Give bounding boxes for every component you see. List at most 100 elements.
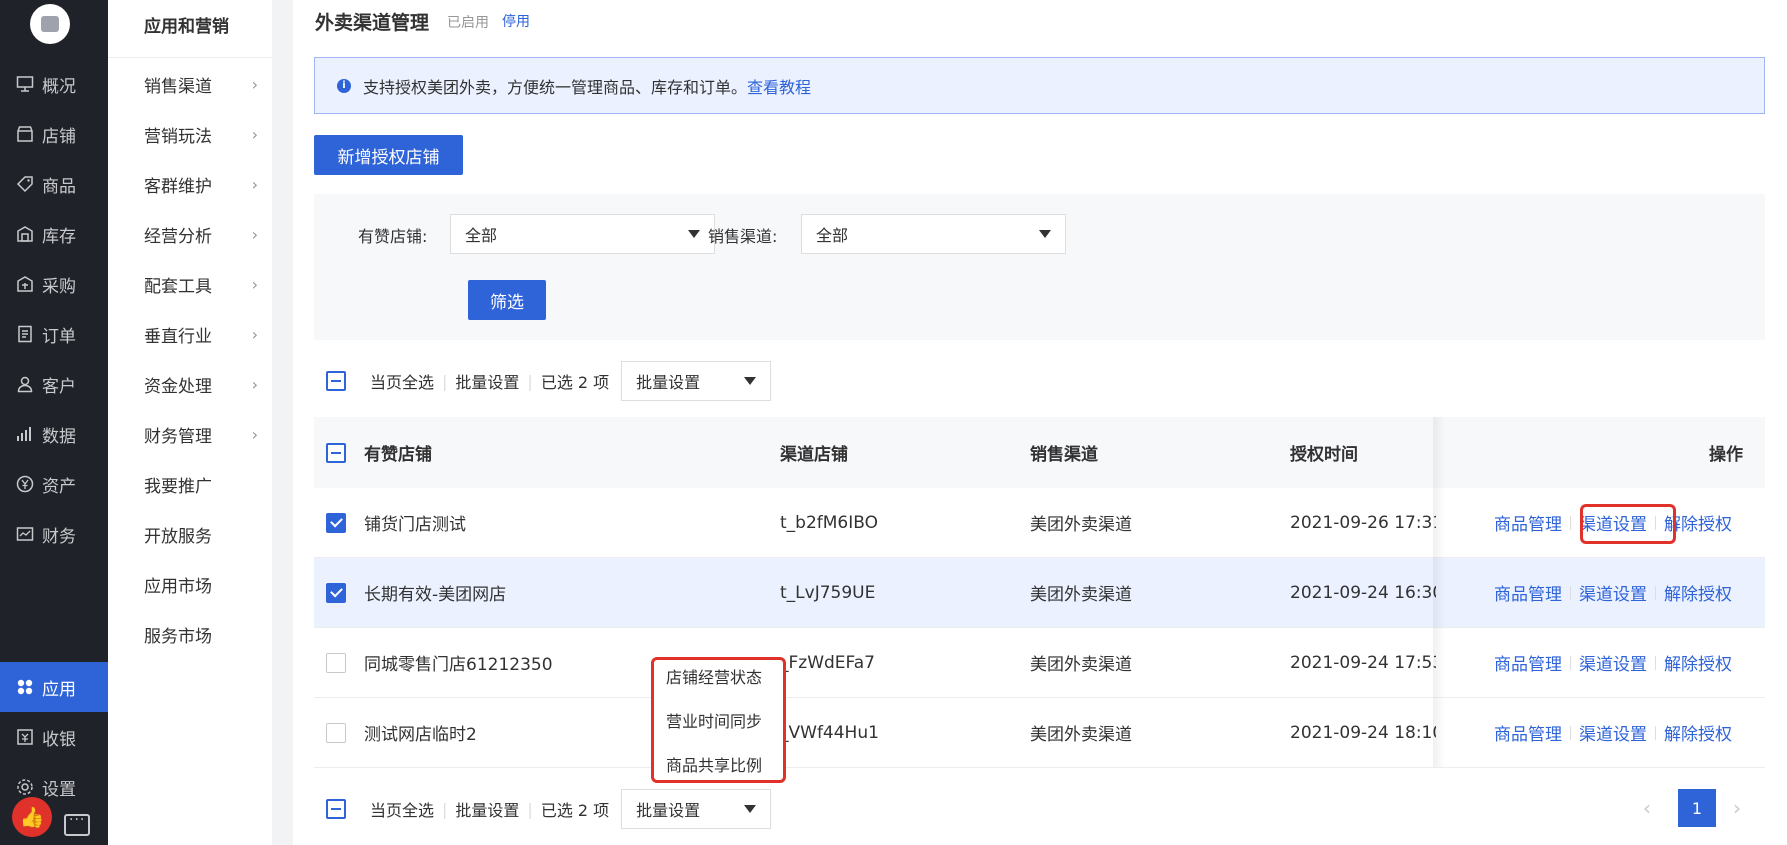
nav-item-inventory[interactable]: 库存 [0, 209, 108, 259]
page-current[interactable]: 1 [1678, 789, 1716, 827]
info-icon: i [337, 78, 351, 93]
wallet-icon [16, 527, 34, 541]
nav-item-cashier[interactable]: 收银 [0, 712, 108, 762]
nav-label: 订单 [42, 326, 76, 347]
divider: | [527, 371, 533, 391]
row-checkbox[interactable] [326, 582, 346, 603]
selected-count: 已选 2 项 [540, 801, 610, 820]
row-auth-time: 2021-09-24 16:30 [1290, 582, 1436, 603]
batch-settings-link[interactable]: 批量设置 [455, 797, 519, 821]
batch-settings-select[interactable]: 批量设置 [621, 789, 772, 829]
sub-item-service-market[interactable]: 服务市场 [144, 619, 262, 649]
batch-settings-link[interactable]: 批量设置 [455, 369, 519, 393]
nav-item-apps[interactable]: 应用 [0, 662, 108, 712]
sub-item-analysis[interactable]: 经营分析 › [144, 219, 262, 249]
goods-manage-link[interactable]: 商品管理 [1494, 720, 1562, 745]
sub-item-label: 财务管理 [144, 426, 212, 447]
revoke-auth-link[interactable]: 解除授权 [1664, 580, 1732, 605]
batch-settings-select[interactable]: 批量设置 [621, 361, 772, 401]
nav-item-store[interactable]: 店铺 [0, 109, 108, 159]
warehouse-icon [17, 226, 33, 242]
row-auth-time: 2021-09-24 18:10 [1290, 722, 1436, 743]
info-notice: i 支持授权美团外卖，方便统一管理商品、库存和订单。 查看教程 [314, 57, 1765, 114]
nav-item-order[interactable]: 订单 [0, 309, 108, 359]
select-all-checkbox[interactable] [326, 371, 346, 391]
caret-down-icon [744, 805, 757, 813]
sub-item-vertical[interactable]: 垂直行业 › [144, 319, 262, 349]
channel-settings-link[interactable]: 渠道设置 [1579, 720, 1647, 745]
goods-manage-link[interactable]: 商品管理 [1494, 650, 1562, 675]
select-all-checkbox[interactable] [326, 799, 346, 819]
row-checkbox[interactable] [326, 652, 346, 673]
disable-link[interactable]: 停用 [502, 11, 530, 31]
dropdown-item-store-status[interactable]: 店铺经营状态 [666, 664, 762, 688]
header-checkbox[interactable] [326, 442, 346, 463]
nav-item-goods[interactable]: 商品 [0, 159, 108, 209]
divider [1655, 725, 1656, 740]
row-checkbox[interactable] [326, 722, 346, 743]
purchase-icon [17, 276, 33, 292]
sub-item-open-service[interactable]: 开放服务 [144, 519, 262, 549]
tutorial-link[interactable]: 查看教程 [747, 74, 811, 98]
select-page-label[interactable]: 当页全选 [370, 797, 434, 821]
goods-manage-link[interactable]: 商品管理 [1494, 510, 1562, 535]
divider [1655, 585, 1656, 600]
nav-item-finance[interactable]: 财务 [0, 509, 108, 559]
nav-label: 概况 [42, 76, 76, 97]
channel-filter-select[interactable]: 全部 [801, 214, 1066, 254]
sub-item-customer-care[interactable]: 客群维护 › [144, 169, 262, 199]
chevron-right-icon: › [251, 374, 258, 394]
chat-icon[interactable] [64, 812, 90, 836]
tag-icon [16, 176, 33, 193]
filter-button[interactable]: 筛选 [468, 280, 546, 320]
chevron-right-icon: › [251, 274, 258, 294]
chevron-right-icon: › [251, 74, 258, 94]
row-channel-store: _FzWdEFa7 [780, 652, 875, 673]
add-authorized-store-button[interactable]: 新增授权店铺 [314, 135, 463, 175]
sub-sidebar-title: 应用和营销 [144, 17, 229, 37]
sub-item-label: 营销玩法 [144, 126, 212, 147]
sub-item-tools[interactable]: 配套工具 › [144, 269, 262, 299]
nav-item-overview[interactable]: 概况 [0, 59, 108, 109]
sub-item-sales-channel[interactable]: 销售渠道 › [144, 69, 262, 99]
nav-label: 商品 [42, 176, 76, 197]
thumbs-up-icon[interactable]: 👍 [12, 797, 52, 837]
status-badge: 已启用 [447, 15, 489, 31]
caret-down-icon [744, 377, 757, 385]
table-row: 长期有效-美团网店 t_LvJ759UE 美团外卖渠道 2021-09-24 1… [314, 558, 1765, 628]
nav-label: 店铺 [42, 126, 76, 147]
sub-item-finance-mgmt[interactable]: 财务管理 › [144, 419, 262, 449]
chevron-right-icon: › [251, 424, 258, 444]
select-page-label[interactable]: 当页全选 [370, 369, 434, 393]
goods-manage-link[interactable]: 商品管理 [1494, 580, 1562, 605]
sub-item-funds[interactable]: 资金处理 › [144, 369, 262, 399]
store-filter-select[interactable]: 全部 [450, 214, 715, 254]
nav-label: 资产 [42, 476, 76, 497]
sub-item-promote[interactable]: 我要推广 [144, 469, 262, 499]
chevron-right-icon[interactable]: › [1733, 796, 1741, 820]
nav-item-data[interactable]: 数据 [0, 409, 108, 459]
sub-sidebar: 应用和营销 销售渠道 › 营销玩法 › 客群维护 › 经营分析 › 配套工具 › 垂直行业… [108, 0, 272, 845]
dropdown-item-share-ratio[interactable]: 商品共享比例 [666, 752, 762, 776]
chevron-left-icon[interactable]: ‹ [1643, 796, 1651, 820]
page-title: 外卖渠道管理 [315, 12, 430, 34]
revoke-auth-link[interactable]: 解除授权 [1664, 720, 1732, 745]
row-auth-time: 2021-09-26 17:31 [1290, 512, 1436, 533]
channel-settings-link[interactable]: 渠道设置 [1579, 580, 1647, 605]
nav-label: 采购 [42, 276, 76, 297]
apps-icon [17, 679, 33, 695]
channel-settings-dropdown: 店铺经营状态 营业时间同步 商品共享比例 [651, 657, 786, 783]
revoke-auth-link[interactable]: 解除授权 [1664, 650, 1732, 675]
nav-item-purchase[interactable]: 采购 [0, 259, 108, 309]
row-auth-time: 2021-09-24 17:53 [1290, 652, 1436, 673]
sub-item-app-market[interactable]: 应用市场 [144, 569, 262, 599]
channel-filter-value: 全部 [816, 226, 849, 245]
nav-item-customer[interactable]: 客户 [0, 359, 108, 409]
sub-item-marketing[interactable]: 营销玩法 › [144, 119, 262, 149]
store-logo[interactable] [30, 4, 70, 44]
batch-bar-bottom: 当页全选 | 批量设置 | 已选 2 项 批量设置 [314, 787, 914, 831]
channel-settings-link[interactable]: 渠道设置 [1579, 650, 1647, 675]
row-checkbox[interactable] [326, 512, 346, 533]
dropdown-item-hours-sync[interactable]: 营业时间同步 [666, 708, 762, 732]
nav-item-assets[interactable]: 资产 [0, 459, 108, 509]
